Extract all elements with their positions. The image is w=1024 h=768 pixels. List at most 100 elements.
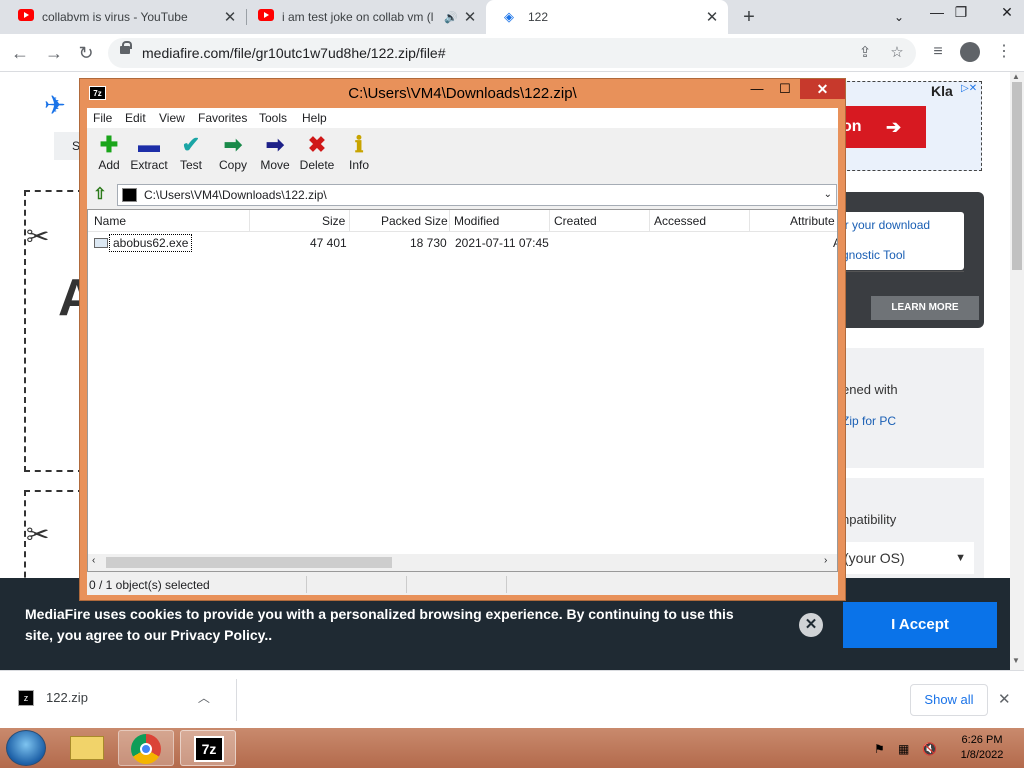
add-label: Add [98, 158, 120, 172]
start-button[interactable] [6, 730, 46, 766]
tab-title: collabvm is virus - YouTube [42, 10, 188, 24]
page-scrollbar[interactable]: ▲ ▼ [1010, 72, 1024, 670]
volume-muted-icon[interactable]: 🔇 [922, 742, 937, 756]
accept-cookies-button[interactable]: I Accept [843, 602, 997, 648]
close-shelf-icon[interactable]: ✕ [998, 690, 1011, 708]
opened-with-card: ened with Zip for PC [840, 348, 984, 468]
back-button[interactable]: ← [8, 41, 32, 65]
column-separator[interactable] [549, 210, 550, 232]
zip-file-icon: z [18, 689, 34, 706]
maximize-button[interactable]: ☐ [772, 79, 798, 99]
media-control-icon[interactable]: ≡ [926, 40, 950, 64]
col-attributes[interactable]: Attribute [790, 214, 835, 228]
add-button[interactable]: ✚ Add [87, 132, 131, 172]
close-tab-icon[interactable]: ✕ [462, 8, 478, 26]
show-all-button[interactable]: Show all [910, 684, 988, 716]
reload-button[interactable]: ↻ [74, 41, 98, 65]
up-folder-icon[interactable]: ⇧ [91, 186, 109, 204]
menu-edit[interactable]: Edit [125, 111, 146, 125]
download-item[interactable]: z 122.zip ︿ [18, 689, 210, 706]
network-icon[interactable]: ▦ [898, 742, 909, 756]
chrome-taskbar-button[interactable] [118, 730, 174, 766]
bookmark-star-icon[interactable]: ☆ [888, 44, 906, 62]
col-name[interactable]: Name [94, 214, 126, 228]
explorer-taskbar-button[interactable] [60, 730, 116, 766]
compatibility-text: npatibility [842, 512, 897, 527]
tab-mediafire[interactable]: ◈ 122 ✕ [486, 0, 728, 34]
tab-search-icon[interactable]: ⌄ [882, 5, 916, 29]
adchoices-icon[interactable]: ▷✕ [961, 83, 977, 94]
ad-cta-button[interactable]: on ➔ [842, 106, 926, 148]
test-button[interactable]: ✔ Test [169, 132, 213, 172]
file-name[interactable]: abobus62.exe [109, 234, 193, 252]
menu-file[interactable]: File [93, 111, 112, 125]
zip-for-pc-link[interactable]: Zip for PC [842, 414, 896, 428]
download-help-link[interactable]: ir your download [842, 218, 930, 232]
learn-more-button[interactable]: LEARN MORE [871, 296, 979, 320]
os-select[interactable]: (your OS) ▼ [840, 542, 974, 574]
tab-youtube-1[interactable]: collabvm is virus - YouTube ✕ [0, 0, 246, 34]
close-tab-icon[interactable]: ✕ [222, 8, 238, 26]
col-created[interactable]: Created [554, 214, 597, 228]
youtube-icon [18, 9, 34, 25]
scroll-up-icon[interactable]: ▲ [1012, 72, 1020, 81]
column-separator[interactable] [249, 210, 250, 232]
forward-button[interactable]: → [42, 41, 66, 65]
os-select-value: (your OS) [844, 550, 905, 566]
column-separator[interactable] [649, 210, 650, 232]
delete-button[interactable]: ✖ Delete [295, 132, 339, 172]
profile-avatar[interactable] [960, 42, 980, 62]
column-separator[interactable] [449, 210, 450, 232]
col-size[interactable]: Size [322, 214, 345, 228]
action-center-flag-icon[interactable]: ⚑ [874, 742, 885, 756]
close-tab-icon[interactable]: ✕ [704, 8, 720, 26]
restore-button[interactable]: ❐ [944, 0, 978, 24]
7zip-taskbar-button[interactable]: 7z [180, 730, 236, 766]
tab-youtube-2[interactable]: i am test joke on collab vm (l 🔊 ✕ [240, 0, 486, 34]
url-text: mediafire.com/file/gr10utc1w7ud8he/122.z… [142, 45, 446, 61]
scroll-right-icon[interactable]: › [824, 555, 827, 566]
column-separator[interactable] [349, 210, 350, 232]
menu-tools[interactable]: Tools [259, 111, 287, 125]
speaker-icon[interactable]: 🔊 [444, 11, 458, 24]
col-modified[interactable]: Modified [454, 214, 499, 228]
close-window-button[interactable]: ✕ [990, 0, 1024, 24]
share-icon[interactable]: ⇪ [856, 44, 874, 62]
address-bar[interactable]: mediafire.com/file/gr10utc1w7ud8he/122.z… [108, 38, 916, 68]
path-input[interactable]: C:\Users\VM4\Downloads\122.zip\ ⌄ [117, 184, 837, 206]
copy-button[interactable]: ➡ Copy [211, 132, 255, 172]
move-button[interactable]: ➡ Move [253, 132, 297, 172]
7zip-titlebar[interactable]: 7z C:\Users\VM4\Downloads\122.zip\ — ☐ ✕ [80, 79, 845, 107]
scroll-left-icon[interactable]: ‹ [92, 555, 95, 566]
col-packed-size[interactable]: Packed Size [381, 214, 448, 228]
chrome-menu-icon[interactable]: ⋮ [992, 40, 1016, 64]
file-size: 47 401 [310, 236, 347, 250]
table-row[interactable]: abobus62.exe 47 401 18 730 2021-07-11 07… [88, 234, 837, 252]
diagnostic-tool-link[interactable]: gnostic Tool [842, 248, 905, 262]
scroll-down-icon[interactable]: ▼ [1012, 656, 1020, 665]
scrollbar-thumb[interactable] [106, 557, 392, 568]
system-clock[interactable]: 6:26 PM 1/8/2022 [950, 733, 1014, 763]
close-cookie-button[interactable]: ✕ [799, 613, 823, 637]
menu-help[interactable]: Help [302, 111, 327, 125]
chevron-up-icon[interactable]: ︿ [198, 689, 210, 706]
lock-icon[interactable] [120, 41, 132, 54]
tab-title: i am test joke on collab vm (l [282, 10, 434, 24]
info-button[interactable]: ℹ Info [337, 132, 381, 172]
menu-view[interactable]: View [159, 111, 185, 125]
menu-favorites[interactable]: Favorites [198, 111, 247, 125]
scrollbar-thumb[interactable] [1012, 82, 1022, 270]
download-filename: 122.zip [46, 690, 88, 705]
horizontal-scrollbar[interactable]: ‹ › [88, 554, 837, 571]
new-tab-button[interactable]: + [738, 6, 760, 29]
close-button[interactable]: ✕ [800, 79, 845, 99]
chevron-down-icon[interactable]: ⌄ [824, 185, 832, 205]
cookie-text: MediaFire uses cookies to provide you wi… [25, 606, 734, 643]
arrow-right-icon: ➔ [886, 117, 902, 137]
status-separator [406, 576, 407, 593]
column-separator[interactable] [749, 210, 750, 232]
extract-button[interactable]: ▬ Extract [127, 132, 171, 172]
test-label: Test [179, 158, 202, 172]
minimize-button[interactable]: — [744, 79, 770, 99]
col-accessed[interactable]: Accessed [654, 214, 706, 228]
